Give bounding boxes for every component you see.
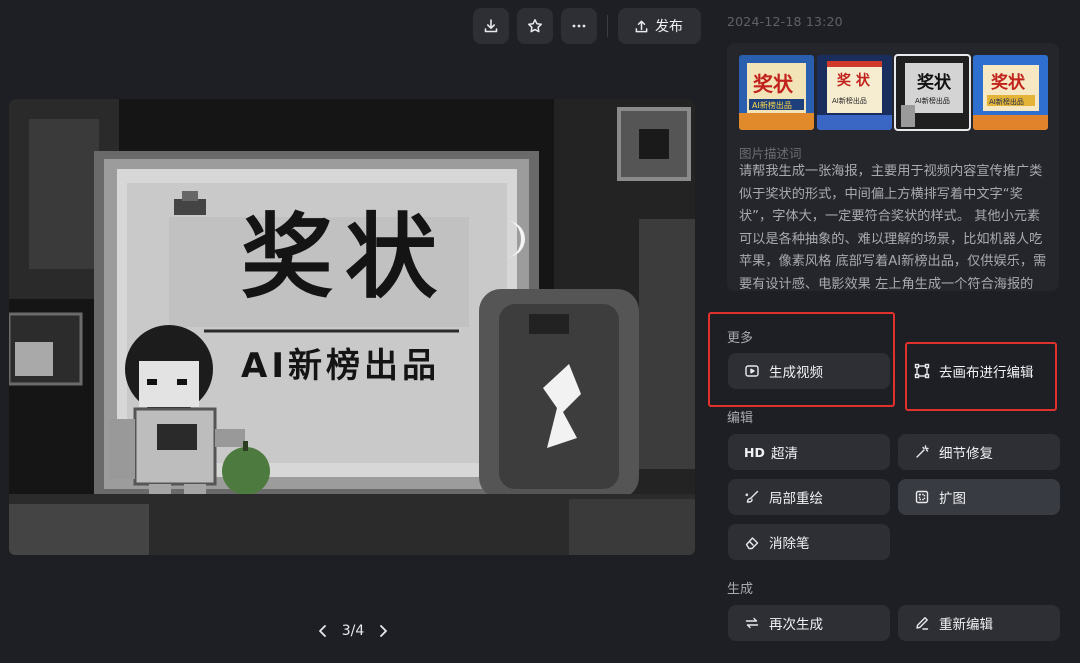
prompt-info-card: 奖状 AI新榜出品 奖 状 AI新榜出品 奖状 AI新榜出品 奖状 AI新榜出品… xyxy=(727,43,1059,291)
thumbnail-1[interactable]: 奖状 AI新榜出品 xyxy=(739,55,814,130)
page-indicator: 3/4 xyxy=(341,623,365,639)
inpaint-label: 局部重绘 xyxy=(769,491,823,507)
thumbnail-strip: 奖状 AI新榜出品 奖 状 AI新榜出品 奖状 AI新榜出品 奖状 AI新榜出品 xyxy=(739,54,1048,131)
regenerate-label: 再次生成 xyxy=(769,617,823,633)
created-timestamp: 2024-12-18 13:20 xyxy=(727,14,843,29)
highlight-box-more xyxy=(708,312,895,407)
publish-button[interactable]: 发布 xyxy=(618,8,701,44)
chevron-left-icon[interactable] xyxy=(318,624,328,638)
inpaint-button[interactable]: 局部重绘 xyxy=(728,479,890,515)
thumbnail-1-subtitle: AI新榜出品 xyxy=(752,100,792,110)
publish-label: 发布 xyxy=(655,19,683,35)
edit-section-title: 编辑 xyxy=(727,411,754,426)
chevron-right-icon[interactable] xyxy=(378,624,388,638)
more-icon xyxy=(572,24,586,28)
thumbnail-4[interactable]: 奖状 AI新榜出品 xyxy=(973,55,1048,130)
description-label: 图片描述词 xyxy=(739,146,802,161)
detail-fix-button[interactable]: 细节修复 xyxy=(898,434,1060,470)
detail-fix-label: 细节修复 xyxy=(939,446,993,462)
thumbnail-1-title: 奖状 xyxy=(753,72,794,96)
image-pager: 3/4 xyxy=(318,620,388,642)
poster-subtitle: AI新榜出品 xyxy=(241,346,440,386)
thumbnail-4-title: 奖状 xyxy=(991,72,1026,93)
eraser-icon xyxy=(744,534,760,550)
thumbnail-2-title: 奖 状 xyxy=(837,72,871,89)
refresh-icon xyxy=(744,615,760,631)
thumbnail-3-subtitle: AI新榜出品 xyxy=(915,96,950,105)
hd-badge: HD xyxy=(744,444,765,460)
reedit-label: 重新编辑 xyxy=(939,617,993,633)
poster-illustration: 奖状 AI新榜出品 xyxy=(9,99,695,555)
eraser-button[interactable]: 消除笔 xyxy=(728,524,890,560)
outpaint-label: 扩图 xyxy=(939,491,966,507)
favorite-button[interactable] xyxy=(517,8,553,44)
description-text: 请帮我生成一张海报，主要用于视频内容宣传推广类似于奖状的形式，中间偏上方横排写着… xyxy=(739,164,1047,289)
download-icon xyxy=(484,19,498,33)
poster-title: 奖状 xyxy=(241,204,449,311)
star-icon xyxy=(528,19,542,33)
thumbnail-4-subtitle: AI新榜出品 xyxy=(989,97,1024,106)
download-button[interactable] xyxy=(473,8,509,44)
upscale-label: 超清 xyxy=(771,446,798,462)
brush-icon xyxy=(744,489,760,505)
more-options-button[interactable] xyxy=(561,8,597,44)
upload-icon xyxy=(635,20,648,32)
outpaint-button[interactable]: 扩图 xyxy=(898,479,1060,515)
thumbnail-3-selected[interactable]: 奖状 AI新榜出品 xyxy=(894,54,971,131)
eraser-label: 消除笔 xyxy=(769,536,810,552)
magic-wand-icon xyxy=(914,444,930,460)
reedit-button[interactable]: 重新编辑 xyxy=(898,605,1060,641)
toolbar-divider xyxy=(607,15,608,37)
image-toolbar: 发布 xyxy=(473,8,701,44)
thumbnail-2[interactable]: 奖 状 AI新榜出品 xyxy=(817,55,892,130)
regenerate-button[interactable]: 再次生成 xyxy=(728,605,890,641)
highlight-box-canvas xyxy=(905,342,1057,411)
expand-frame-icon xyxy=(914,489,930,505)
generate-section-title: 生成 xyxy=(727,582,754,597)
upscale-button[interactable]: HD 超清 xyxy=(728,434,890,470)
thumbnail-3-title: 奖状 xyxy=(917,72,952,93)
generated-image[interactable]: 奖状 AI新榜出品 xyxy=(9,99,695,555)
pencil-icon xyxy=(914,615,930,631)
thumbnail-2-subtitle: AI新榜出品 xyxy=(832,96,867,105)
